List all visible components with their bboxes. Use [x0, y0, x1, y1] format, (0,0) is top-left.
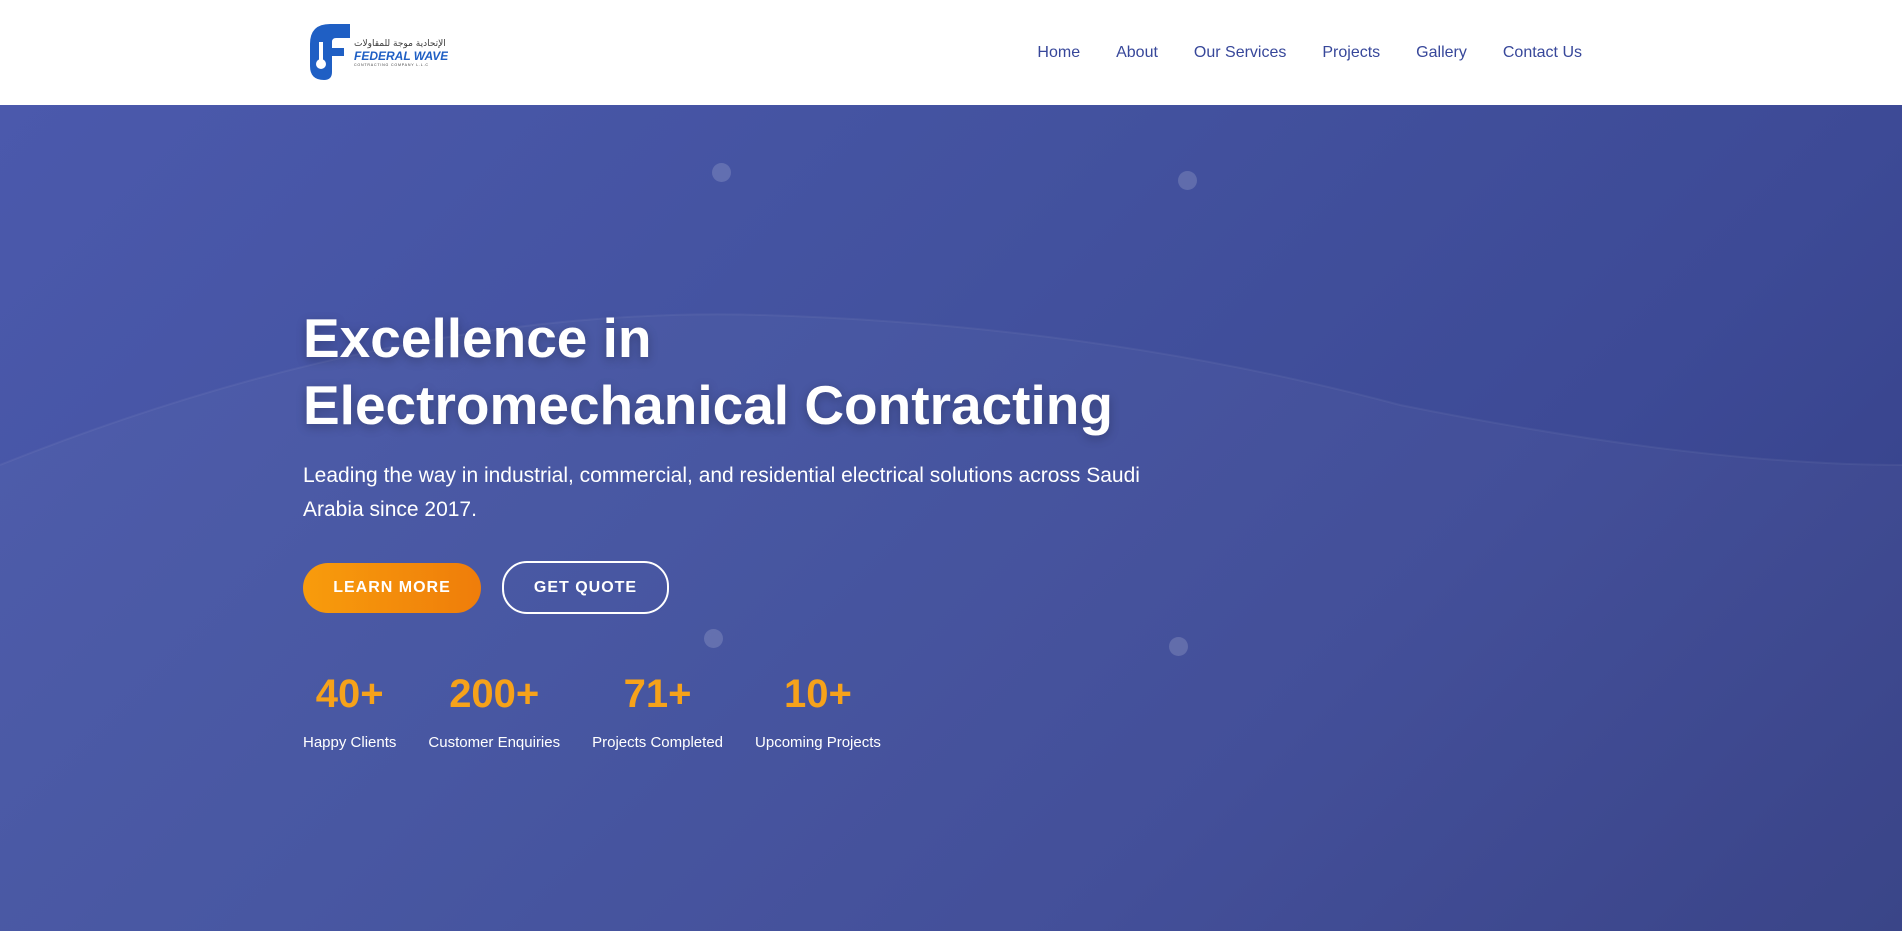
nav-link-contact-us[interactable]: Contact Us: [1503, 44, 1582, 62]
stat-label: Happy Clients: [303, 734, 397, 751]
hero-buttons: LEARN MORE GET QUOTE: [303, 561, 1203, 614]
logo-arabic-text: شركة الإتحادية موجة للمقاولات: [354, 39, 448, 49]
stat-value: 40+: [315, 672, 384, 716]
nav-link-home[interactable]: Home: [1037, 44, 1080, 62]
hero-title-line-1: Excellence in: [303, 307, 652, 369]
stat-label: Projects Completed: [592, 734, 724, 751]
hero-title-line-2: Electromechanical Contracting: [303, 374, 1113, 436]
logo-tagline-text: CONTRACTING COMPANY L.L.C: [354, 63, 429, 67]
hero-title: Excellence in Electromechanical Contract…: [303, 305, 1203, 439]
hero-subtitle: Leading the way in industrial, commercia…: [303, 464, 1140, 521]
main-nav: Home About Our Services Projects Gallery…: [1037, 0, 1582, 105]
stat-value: 71+: [623, 672, 692, 716]
stat-value: 200+: [449, 672, 540, 716]
stat-value: 10+: [784, 672, 852, 716]
hero-section: Excellence in Electromechanical Contract…: [0, 105, 1902, 931]
stat-label: Customer Enquiries: [428, 734, 561, 751]
nav-link-about[interactable]: About: [1116, 44, 1158, 62]
logo-name-text: FEDERAL WAVE: [354, 49, 448, 63]
decorative-dot: [712, 163, 731, 182]
stat-happy-clients: 40+ Happy Clients: [303, 672, 396, 751]
company-logo[interactable]: شركة الإتحادية موجة للمقاولات FEDERAL WA…: [306, 22, 448, 82]
learn-more-button[interactable]: LEARN MORE: [303, 563, 481, 613]
stat-customer-enquiries: 200+ Customer Enquiries: [428, 672, 560, 751]
nav-link-gallery[interactable]: Gallery: [1416, 44, 1467, 62]
get-quote-button[interactable]: GET QUOTE: [502, 561, 669, 614]
nav-link-projects[interactable]: Projects: [1322, 44, 1380, 62]
decorative-dot: [1178, 171, 1197, 190]
stats-row: 40+ Happy Clients 200+ Customer Enquirie…: [303, 672, 1203, 751]
logo-mark-icon: [310, 24, 350, 80]
stat-upcoming-projects: 10+ Upcoming Projects: [755, 672, 881, 751]
navbar: شركة الإتحادية موجة للمقاولات FEDERAL WA…: [0, 0, 1902, 105]
stat-projects-completed: 71+ Projects Completed: [592, 672, 723, 751]
stat-label: Upcoming Projects: [755, 734, 881, 751]
nav-link-our-services[interactable]: Our Services: [1194, 44, 1286, 62]
hero-content: Excellence in Electromechanical Contract…: [303, 305, 1203, 751]
